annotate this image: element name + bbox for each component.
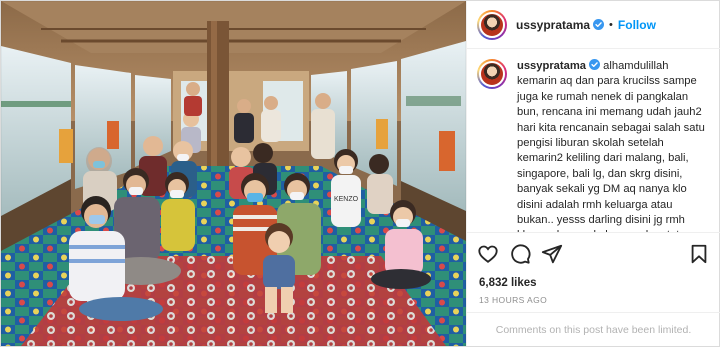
heart-icon[interactable] — [477, 243, 499, 265]
action-bar — [467, 232, 720, 276]
follow-button[interactable]: Follow — [618, 18, 656, 32]
separator-dot: • — [609, 18, 613, 31]
caption-avatar[interactable] — [477, 59, 507, 89]
caption-block: ussypratama alhamdulillah kemarin aq dan… — [467, 49, 720, 232]
caption-text: ussypratama alhamdulillah kemarin aq dan… — [517, 59, 707, 232]
paper-plane-icon[interactable] — [541, 243, 563, 265]
caption-verified-badge-icon — [589, 59, 601, 70]
bookmark-icon[interactable] — [688, 243, 710, 265]
comments-limited-notice: Comments on this post have been limited. — [467, 312, 720, 346]
comment-bubble-icon[interactable] — [509, 243, 531, 265]
verified-badge-icon — [593, 19, 605, 30]
instagram-post: KENZO ussypratama • Follow ussypratama a… — [0, 0, 720, 347]
shirt-print: KENZO — [334, 196, 359, 203]
caption-username[interactable]: ussypratama — [517, 60, 586, 72]
boat-family-photo: KENZO — [1, 1, 466, 346]
post-timestamp[interactable]: 13 HOURS AGO — [479, 295, 547, 305]
avatar[interactable] — [477, 9, 507, 40]
post-side-panel: ussypratama • Follow ussypratama alhamdu… — [466, 1, 720, 346]
likes-count[interactable]: 6,832 likes — [479, 277, 537, 289]
username-link[interactable]: ussypratama — [516, 18, 590, 32]
post-header: ussypratama • Follow — [467, 1, 720, 49]
caption-body: alhamdulillah kemarin aq dan para krucil… — [517, 60, 705, 232]
post-photo[interactable]: KENZO — [1, 1, 466, 346]
